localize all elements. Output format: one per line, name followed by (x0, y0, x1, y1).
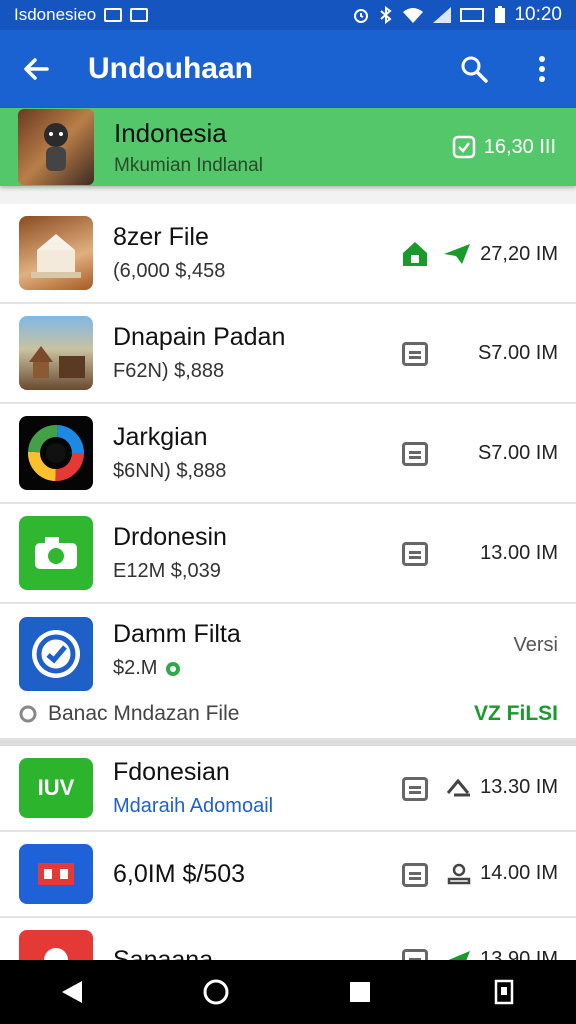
item-footer: Banac Mndazan File VZ FiLSI (18, 702, 558, 726)
notification-icon-2 (130, 8, 149, 22)
item-subtitle: $2.M (113, 657, 158, 679)
featured-size: 16,30 III (483, 135, 556, 158)
item-size: 14.00 IM (480, 862, 558, 884)
battery-saver-icon (460, 8, 485, 22)
featured-thumbnail (18, 109, 94, 185)
signal-icon (433, 7, 452, 23)
clock-check-icon (32, 630, 80, 678)
list-box-icon (402, 442, 428, 466)
triangle-back-icon (62, 981, 82, 1003)
nav-home-button[interactable] (186, 960, 246, 1024)
back-button[interactable] (0, 30, 72, 108)
camera-icon (35, 537, 77, 569)
alarm-icon (354, 9, 369, 23)
item-size: S7.00 IM (477, 342, 558, 364)
status-bar: Isdonesieo 10:20 (0, 0, 576, 30)
bear-figure-icon (44, 123, 68, 171)
list-status-button[interactable] (399, 438, 431, 470)
list-item[interactable]: Drdonesin E12M $,039 13.00 IM (0, 504, 576, 604)
app-bar: Undouhaan (0, 30, 576, 108)
list-box-icon (402, 342, 428, 366)
rotate-icon (494, 979, 514, 1005)
list-item[interactable]: IUV Fdonesian Mdaraih Adomoail 13.30 IM (0, 746, 576, 832)
send-icon (444, 244, 471, 264)
item-thumbnail (19, 516, 93, 590)
item-name: Damm Filta (113, 620, 241, 648)
nav-recents-button[interactable] (330, 960, 390, 1024)
list-status-button[interactable] (399, 773, 431, 805)
notification-icon (104, 8, 123, 22)
color-ring-icon (28, 425, 84, 481)
loading-icon (19, 705, 37, 723)
search-button[interactable] (440, 30, 508, 108)
list-item[interactable]: 6,0IM $/503 14.00 IM (0, 832, 576, 918)
battery-icon (495, 6, 506, 23)
footer-action[interactable]: VZ FiLSI (474, 702, 558, 726)
list-status-button[interactable] (399, 859, 431, 891)
list-box-icon (402, 542, 428, 566)
list-item[interactable]: Dnapain Padan F62N) $,888 S7.00 IM (0, 304, 576, 404)
page-title: Undouhaan (88, 52, 253, 85)
item-thumbnail (19, 216, 93, 290)
footer-label: Banac Mndazan File (48, 702, 240, 725)
home-status-button[interactable] (399, 238, 431, 270)
item-size: S7.00 IM (477, 442, 558, 464)
item-size: 27,20 IM (480, 242, 558, 265)
item-thumbnail (19, 416, 93, 490)
clock: 10:20 (514, 4, 562, 25)
refresh-dot-icon (166, 661, 181, 676)
item-thumbnail (19, 316, 93, 390)
cloud-download-icon (447, 778, 471, 796)
list-box-icon (402, 777, 428, 801)
item-version: Versi (513, 634, 558, 656)
search-icon (461, 56, 488, 83)
item-thumbnail (19, 844, 93, 904)
square-recents-icon (350, 982, 370, 1002)
store-icon (38, 863, 74, 885)
nav-back-button[interactable] (42, 960, 102, 1024)
app-logo-icon: IUV (37, 775, 75, 800)
download-list: 8zer File (6,000 $,458 27,20 IM Dnapain … (0, 204, 576, 1004)
nav-extra-button[interactable] (474, 960, 534, 1024)
list-box-icon (402, 863, 428, 887)
bluetooth-icon (380, 6, 393, 24)
circle-home-icon (203, 979, 229, 1005)
home-icon (403, 242, 427, 266)
item-thumbnail: IUV (19, 758, 93, 818)
arrow-left-icon (24, 58, 49, 80)
featured-name: Indonesia (114, 117, 227, 148)
check-box-icon (452, 135, 475, 159)
temple-photo-icon (29, 346, 85, 378)
more-vert-icon (539, 56, 545, 82)
item-size: 13.30 IM (480, 776, 558, 798)
list-item[interactable]: 8zer File (6,000 $,458 27,20 IM (0, 204, 576, 304)
status-left-text: Isdonesieo (14, 5, 97, 24)
list-status-button[interactable] (399, 538, 431, 570)
wifi-icon (403, 8, 424, 23)
building-model-icon (31, 234, 81, 278)
screen: Isdonesieo 10:20 Undouhaan Indonesia Mku… (0, 0, 576, 1024)
featured-item[interactable]: Indonesia Mkumian Indlanal 16,30 III (0, 108, 576, 186)
list-item[interactable]: Jarkgian $6NN) $,888 S7.00 IM (0, 404, 576, 504)
list-item-expanded[interactable]: Damm Filta $2.M Versi Banac Mndazan File… (0, 604, 576, 740)
item-size: 13.00 IM (480, 542, 558, 564)
list-status-button[interactable] (399, 338, 431, 370)
person-icon (447, 863, 471, 884)
featured-subtitle: Mkumian Indlanal (114, 154, 263, 176)
system-nav-bar (0, 960, 576, 1024)
more-options-button[interactable] (508, 30, 576, 108)
item-thumbnail (19, 617, 93, 691)
